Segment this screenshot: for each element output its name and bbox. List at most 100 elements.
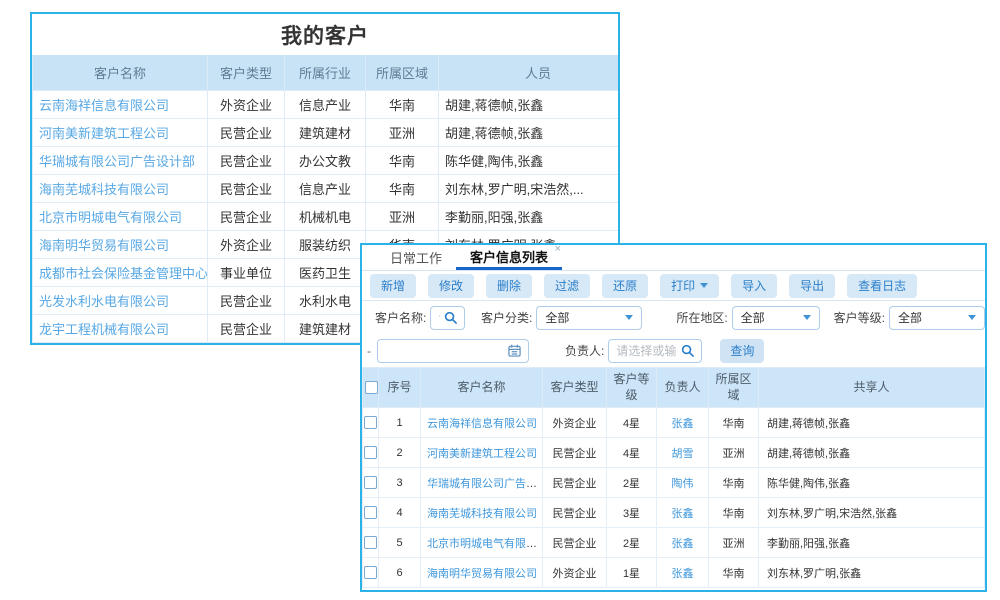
column-header: 客户类型 (208, 55, 285, 91)
filter-button[interactable]: 过滤 (544, 274, 590, 298)
column-header: 序号 (379, 368, 421, 408)
button-label: 删除 (497, 277, 521, 294)
column-header: 共享人 (759, 368, 985, 408)
date-range-separator: - (367, 344, 371, 358)
cell: 民营企业 (208, 203, 285, 231)
owner-link[interactable]: 张鑫 (672, 568, 694, 580)
restore-button[interactable]: 还原 (602, 274, 648, 298)
tab-bar: 日常工作客户信息列表× (362, 245, 985, 271)
row-number-cell: 3 (379, 468, 421, 498)
row-checkbox[interactable] (364, 506, 377, 519)
customer-name-link[interactable]: 北京市明城电气有限公司 (39, 210, 182, 225)
customer-level-select[interactable]: 全部 (889, 306, 985, 330)
customer-name-link[interactable]: 龙宇工程机械有限公司 (39, 322, 169, 337)
cell: 事业单位 (208, 259, 285, 287)
customer-name-link[interactable]: 河南美新建筑工程公司 (427, 448, 537, 460)
customer-name-link[interactable]: 海南芜城科技有限公司 (39, 182, 169, 197)
search-icon[interactable] (444, 311, 457, 324)
column-header: 客户名称 (33, 55, 208, 91)
cell: 胡建,蒋德帧,张鑫 (439, 119, 621, 147)
row-checkbox[interactable] (364, 476, 377, 489)
search-icon[interactable] (681, 344, 694, 357)
owner-input[interactable] (616, 344, 677, 358)
customer-name-link[interactable]: 云南海祥信息有限公司 (39, 98, 169, 113)
table-row: 2河南美新建筑工程公司民营企业4星胡雪亚洲胡建,蒋德帧,张鑫 (363, 438, 985, 468)
button-label: 修改 (439, 277, 463, 294)
delete-button[interactable]: 删除 (486, 274, 532, 298)
cell: 办公文教 (285, 147, 366, 175)
button-label: 导出 (800, 277, 824, 294)
button-label: 导入 (742, 277, 766, 294)
cell: 陈华健,陶伟,张鑫 (439, 147, 621, 175)
view-log-button[interactable]: 查看日志 (847, 274, 917, 298)
query-button[interactable]: 查询 (720, 339, 764, 363)
cell: 华南 (366, 147, 439, 175)
select-all-checkbox[interactable] (365, 381, 378, 394)
customer-name-link[interactable]: 河南美新建筑工程公司 (39, 126, 169, 141)
customer-name-link[interactable]: 海南明华贸易有限公司 (39, 238, 169, 253)
owner-link[interactable]: 胡雪 (672, 448, 694, 460)
customer-name-cell: 成都市社会保险基金管理中心 (33, 259, 208, 287)
owner-link[interactable]: 陶伟 (672, 478, 694, 490)
table-row: 海南芜城科技有限公司民营企业信息产业华南刘东林,罗广明,宋浩然,... (33, 175, 621, 203)
customer-name-link[interactable]: 华瑞城有限公司广告设计部 (39, 154, 195, 169)
customer-list-table: 序号客户名称客户类型客户等级负责人所属区域共享人 1云南海祥信息有限公司外资企业… (362, 367, 985, 588)
region-cell: 华南 (709, 558, 759, 588)
row-checkbox[interactable] (364, 566, 377, 579)
customer-name-link[interactable]: 成都市社会保险基金管理中心 (39, 266, 208, 281)
tab-customer-info-list[interactable]: 客户信息列表× (456, 245, 562, 270)
customer-name-cell: 河南美新建筑工程公司 (421, 438, 543, 468)
close-icon[interactable]: × (555, 244, 561, 255)
customer-name-link[interactable]: 海南明华贸易有限公司 (427, 568, 537, 580)
button-label: 过滤 (555, 277, 579, 294)
customer-list-header-row: 序号客户名称客户类型客户等级负责人所属区域共享人 (363, 368, 985, 408)
region-cell: 华南 (709, 498, 759, 528)
cell: 外资企业 (208, 231, 285, 259)
shared-cell: 胡建,蒋德帧,张鑫 (759, 438, 985, 468)
calendar-icon[interactable] (508, 344, 521, 357)
customer-name-cell: 云南海祥信息有限公司 (33, 91, 208, 119)
export-button[interactable]: 导出 (789, 274, 835, 298)
table-row: 5北京市明城电气有限公司民营企业2星张鑫亚洲李勤丽,阳强,张鑫 (363, 528, 985, 558)
customer-list-window: 日常工作客户信息列表× 新增 修改 删除 过滤 还原 打印 导入 导出 查看日志 客户名称: 客… (360, 243, 987, 592)
cell: 民营企业 (208, 315, 285, 343)
customer-name-link[interactable]: 光发水利水电有限公司 (39, 294, 169, 309)
add-button[interactable]: 新增 (370, 274, 416, 298)
column-header: 人员 (439, 55, 621, 91)
chevron-down-icon (968, 315, 976, 320)
customer-level-cell: 2星 (607, 528, 657, 558)
customer-name-link[interactable]: 华瑞城有限公司广告设计部 (427, 478, 543, 490)
customer-name-link[interactable]: 北京市明城电气有限公司 (427, 538, 543, 550)
customer-type-cell: 民营企业 (543, 498, 607, 528)
customer-category-select[interactable]: 全部 (536, 306, 642, 330)
customer-name-link[interactable]: 海南芜城科技有限公司 (427, 508, 537, 520)
customer-name-cell: 海南明华贸易有限公司 (421, 558, 543, 588)
shared-cell: 刘东林,罗广明,宋浩然,张鑫 (759, 498, 985, 528)
column-header: 所属区域 (709, 368, 759, 408)
row-number-cell: 2 (379, 438, 421, 468)
owner-link[interactable]: 张鑫 (672, 538, 694, 550)
date-input[interactable] (385, 344, 504, 358)
row-checkbox[interactable] (364, 446, 377, 459)
owner-link[interactable]: 张鑫 (672, 508, 694, 520)
button-label: 还原 (613, 277, 637, 294)
import-button[interactable]: 导入 (731, 274, 777, 298)
tab-daily-work[interactable]: 日常工作 (376, 245, 456, 270)
row-checkbox[interactable] (364, 536, 377, 549)
district-select[interactable]: 全部 (732, 306, 820, 330)
print-button[interactable]: 打印 (660, 274, 719, 298)
owner-link[interactable]: 张鑫 (672, 418, 694, 430)
cell: 民营企业 (208, 287, 285, 315)
customer-type-cell: 民营企业 (543, 468, 607, 498)
cell: 民营企业 (208, 175, 285, 203)
customer-level-cell: 4星 (607, 438, 657, 468)
row-checkbox[interactable] (364, 416, 377, 429)
filter-row-1: 客户名称: 客户分类: 全部 所在地区: 全部 客户等级: 全部 (362, 301, 985, 334)
customer-name-input[interactable] (438, 311, 440, 325)
edit-button[interactable]: 修改 (428, 274, 474, 298)
owner-cell: 陶伟 (657, 468, 709, 498)
cell: 亚洲 (366, 119, 439, 147)
customer-name-link[interactable]: 云南海祥信息有限公司 (427, 418, 537, 430)
cell: 机械机电 (285, 203, 366, 231)
customer-name-label: 客户名称: (375, 309, 426, 326)
